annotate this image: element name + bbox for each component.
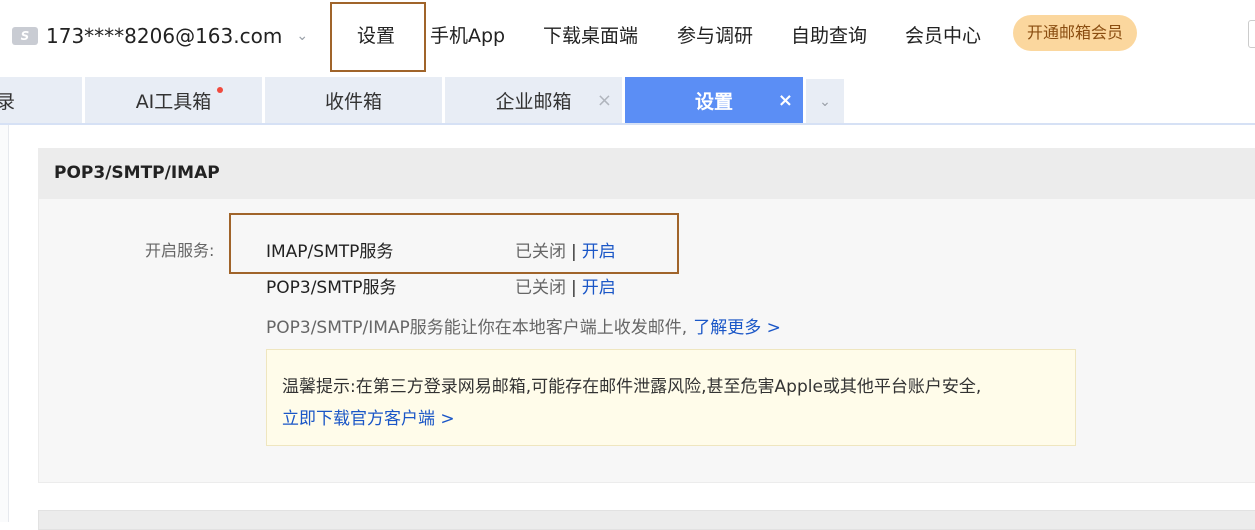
chevron-down-icon: ⌄ (819, 93, 831, 110)
left-sidebar-edge (0, 125, 9, 522)
vip-upgrade-button[interactable]: 开通邮箱会员 (1013, 15, 1138, 51)
tab-settings[interactable]: 设置 × (625, 77, 803, 124)
nav-download-desktop[interactable]: 下载桌面端 (543, 22, 638, 50)
tab-label: 录 (0, 91, 16, 113)
next-panel-header (38, 510, 1255, 530)
nav-self-service[interactable]: 自助查询 (791, 22, 867, 50)
tab-label: 收件箱 (324, 91, 382, 113)
notification-dot-icon (217, 87, 223, 93)
tab-ai-toolbox[interactable]: AI工具箱 (85, 77, 262, 124)
tab-label: 企业邮箱 (495, 91, 572, 113)
tip-text: 温馨提示:在第三方登录网易邮箱,可能存在邮件泄露风险,甚至危害Apple或其他平… (282, 377, 982, 397)
imap-highlight-box (229, 213, 679, 274)
nav-mobile-app[interactable]: 手机App (430, 22, 505, 50)
nav-survey[interactable]: 参与调研 (677, 22, 753, 50)
description-text: POP3/SMTP/IMAP服务能让你在本地客户端上收发邮件, (266, 318, 688, 338)
tab-label: AI工具箱 (135, 91, 212, 113)
tab-enterprise-mail[interactable]: 企业邮箱 × (445, 77, 622, 124)
tab-divider (0, 123, 1255, 125)
tab-contacts[interactable]: 录 (0, 77, 82, 124)
mail-logo-icon: S (12, 27, 38, 45)
top-bar: S 173****8206@163.com ⌄ 设置 手机App 下载桌面端 参… (0, 0, 1255, 74)
tab-inbox[interactable]: 收件箱 (265, 77, 442, 124)
learn-more-link[interactable]: 了解更多 > (693, 318, 781, 338)
service-description: POP3/SMTP/IMAP服务能让你在本地客户端上收发邮件, 了解更多 > (266, 313, 781, 338)
settings-highlight-box (330, 2, 426, 72)
tab-label: 设置 (694, 91, 733, 113)
close-icon[interactable]: × (597, 90, 612, 111)
status-text: 已关闭 (515, 278, 566, 298)
chevron-down-icon[interactable]: ⌄ (296, 28, 308, 44)
pop3-smtp-service-status: 已关闭 | 开启 (515, 273, 616, 298)
tab-bar: 录 AI工具箱 收件箱 企业邮箱 × 设置 × (0, 74, 1255, 124)
pop3-smtp-service-name: POP3/SMTP服务 (266, 278, 397, 298)
download-client-link[interactable]: 立即下载官方客户端 > (282, 404, 455, 429)
enable-pop3-smtp-link[interactable]: 开启 (582, 278, 616, 298)
topbar-edge-control[interactable] (1248, 20, 1255, 48)
close-icon[interactable]: × (778, 90, 793, 111)
panel-header: POP3/SMTP/IMAP (39, 149, 1255, 199)
account-switcher[interactable]: S 173****8206@163.com ⌄ (12, 22, 308, 50)
tab-overflow-button[interactable]: ⌄ (806, 79, 844, 124)
account-email[interactable]: 173****8206@163.com (46, 24, 282, 48)
service-label: 开启服务: (145, 241, 215, 260)
nav-member-center[interactable]: 会员中心 (905, 22, 981, 50)
warning-tip-box: 温馨提示:在第三方登录网易邮箱,可能存在邮件泄露风险,甚至危害Apple或其他平… (266, 349, 1076, 446)
panel-title: POP3/SMTP/IMAP (54, 163, 220, 183)
separator: | (571, 278, 577, 298)
